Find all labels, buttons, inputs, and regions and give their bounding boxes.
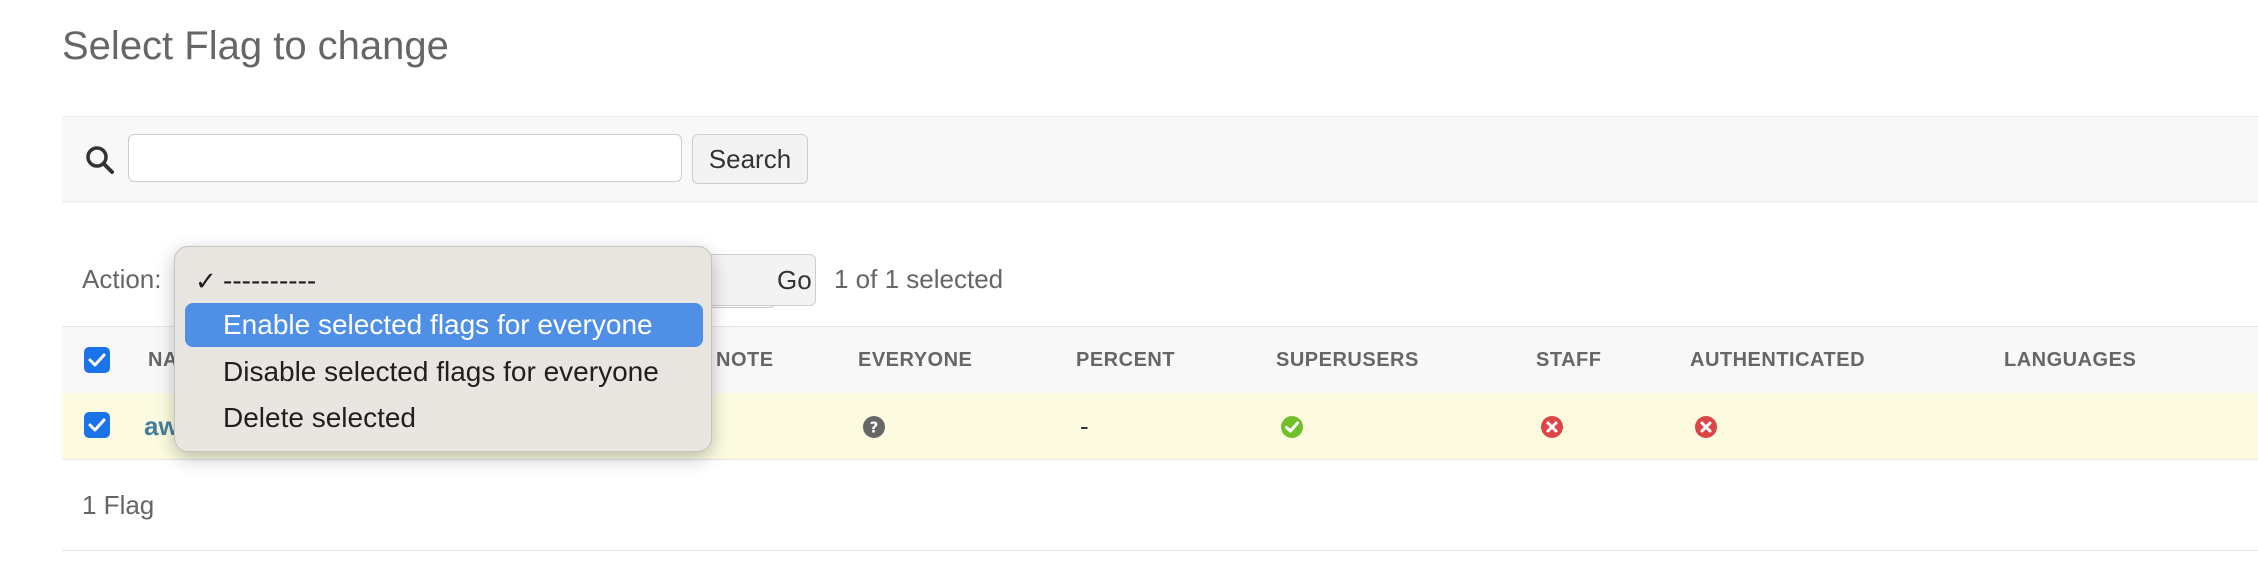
- column-header-percent[interactable]: PERCENT: [1076, 349, 1175, 372]
- x-circle-icon: [1541, 416, 1563, 438]
- row-select-checkbox[interactable]: [84, 412, 110, 438]
- column-header-note[interactable]: NOTE: [716, 349, 774, 372]
- search-icon: [86, 146, 114, 174]
- action-option-disable-everyone[interactable]: Disable selected flags for everyone: [185, 350, 703, 394]
- checkmark-icon: ✓: [195, 266, 217, 296]
- percent-value: -: [1080, 411, 1089, 441]
- result-count: 1 Flag: [82, 490, 155, 520]
- search-input[interactable]: [128, 134, 682, 182]
- search-toolbar: Search: [62, 116, 2258, 202]
- column-header-superusers[interactable]: SUPERUSERS: [1276, 349, 1419, 372]
- action-dropdown-menu: ✓ ---------- Enable selected flags for e…: [174, 246, 712, 452]
- search-button[interactable]: Search: [692, 134, 808, 184]
- question-circle-icon: ?: [863, 416, 885, 438]
- paginator: 1 Flag: [62, 460, 2258, 551]
- check-circle-icon: [1281, 416, 1303, 438]
- x-circle-icon: [1695, 416, 1717, 438]
- column-header-everyone[interactable]: EVERYONE: [858, 349, 972, 372]
- page-title: Select Flag to change: [62, 24, 449, 68]
- column-header-authenticated[interactable]: AUTHENTICATED: [1690, 349, 1865, 372]
- action-option-blank[interactable]: ✓ ----------: [185, 259, 703, 303]
- action-option-delete[interactable]: Delete selected: [185, 396, 703, 440]
- select-all-checkbox[interactable]: [84, 347, 110, 373]
- column-header-languages[interactable]: LANGUAGES: [2004, 349, 2136, 372]
- column-header-staff[interactable]: STAFF: [1536, 349, 1601, 372]
- selected-count: 1 of 1 selected: [834, 264, 1004, 294]
- action-label: Action:: [82, 264, 162, 294]
- action-option-enable-everyone[interactable]: Enable selected flags for everyone: [185, 303, 703, 347]
- svg-text:?: ?: [870, 419, 879, 437]
